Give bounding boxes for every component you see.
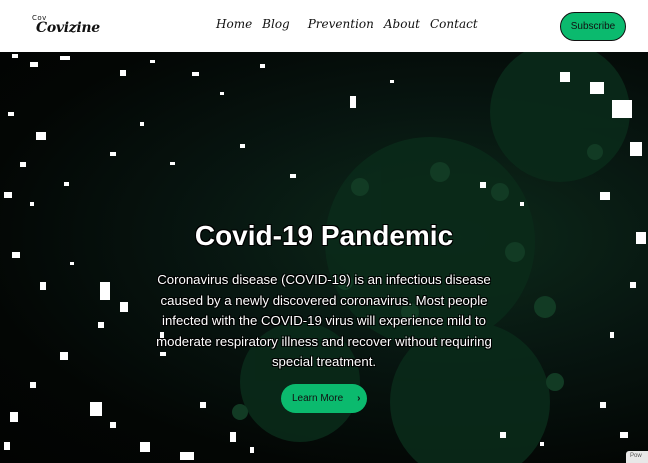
hero-title: Covid-19 Pandemic <box>194 220 454 251</box>
logo-text: Covizine <box>36 20 100 36</box>
learn-more-label: Learn More <box>292 393 344 404</box>
nav-blog[interactable]: Blog <box>262 17 290 31</box>
corner-badge[interactable]: Pow <box>626 451 648 463</box>
nav-contact[interactable]: Contact <box>430 17 478 31</box>
site-logo[interactable]: Cov Covizine <box>32 14 100 40</box>
hero-section: Covid-19 Pandemic Coronavirus disease (C… <box>0 52 648 463</box>
hero-description: Coronavirus disease (COVID-19) is an inf… <box>156 272 492 369</box>
site-header: Cov Covizine Home Blog Prevention About … <box>0 0 648 52</box>
nav-about[interactable]: About <box>384 17 420 31</box>
nav-home[interactable]: Home <box>216 17 252 31</box>
main-nav: Home Blog Prevention About Contact <box>216 17 494 31</box>
chevron-right-icon: › <box>357 393 361 404</box>
learn-more-button[interactable]: Learn More › <box>281 384 367 413</box>
nav-prevention[interactable]: Prevention <box>308 17 374 31</box>
subscribe-button[interactable]: Subscribe <box>560 12 626 41</box>
